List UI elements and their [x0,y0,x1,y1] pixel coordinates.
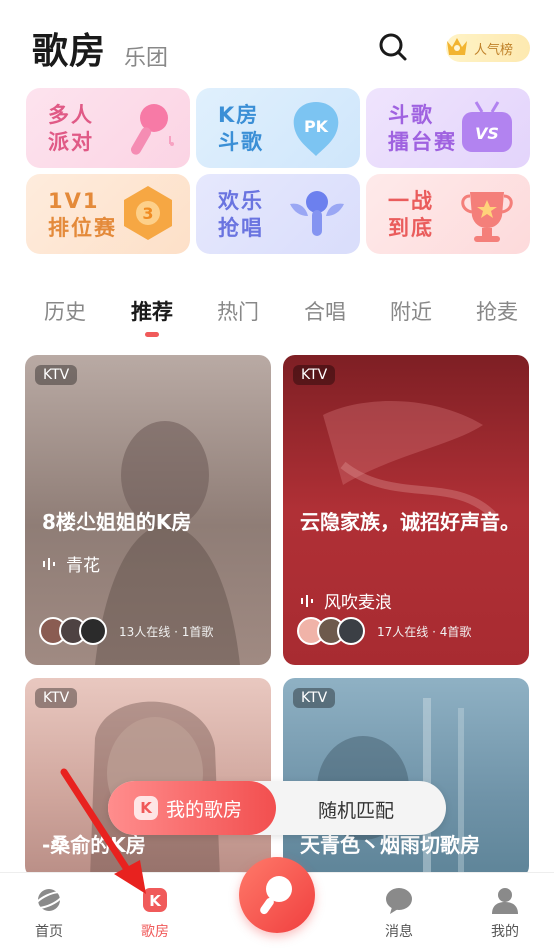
current-song: 青花 [66,556,100,576]
microphone-icon [260,876,292,915]
my-room-button[interactable]: K 我的歌房 [108,781,276,835]
search-icon [379,33,407,61]
svg-text:3: 3 [142,204,153,223]
my-room-label: 我的歌房 [166,798,243,821]
room-stats: 17人在线 · 4首歌 [377,624,472,639]
room-card[interactable]: KTV -桑俞的K房 [25,678,271,878]
room-card[interactable]: KTV 天青色丶烟雨切歌房 [283,678,529,878]
avatar [79,617,107,645]
chat-bubble-icon [386,888,412,914]
nav-home[interactable]: 首页 [14,885,84,941]
feature-1v1-ranked[interactable]: 1V1 排位赛 3 [26,174,190,254]
music-bars-icon [43,557,55,570]
current-song: 风吹麦浪 [324,593,392,613]
member-avatars [297,617,365,645]
room-name: 云隐家族，诚招好声音。 [300,510,520,534]
tab-band[interactable]: 乐团 [124,40,168,72]
room-type-badge: KTV [293,688,336,708]
tab-history[interactable]: 历史 [44,296,86,326]
active-tab-indicator [145,332,159,337]
rank-medal-icon: 3 [124,186,172,240]
microphone-icon [131,104,174,155]
nav-me-label: 我的 [491,924,519,940]
pk-badge-icon: PK [293,102,339,156]
music-bars-icon [301,594,313,607]
room-type-badge: KTV [35,365,78,385]
feature-battle-arena[interactable]: 斗歌 擂台赛 VS [366,88,530,168]
nav-karaoke-room[interactable]: K 歌房 [120,885,190,941]
rank-label: 人气榜 [474,42,514,58]
room-name: 8楼尐姐姐的K房 [42,510,192,534]
nav-messages[interactable]: 消息 [364,885,434,941]
page-title: 歌房 [32,31,107,72]
room-action-pill: K 我的歌房 随机匹配 [108,781,446,835]
center-mic-button[interactable] [239,857,315,933]
feature-happy-grab-sing[interactable]: 欢乐 抢唱 [196,174,360,254]
vs-badge-text: VS [475,124,499,143]
search-button[interactable] [376,30,410,64]
nav-me[interactable]: 我的 [470,885,540,941]
tab-chorus[interactable]: 合唱 [304,296,346,326]
planet-icon [34,889,64,911]
user-icon [492,888,518,914]
category-tabs: 历史 推荐 热门 合唱 附近 抢麦 [0,296,554,340]
tab-grab-mic[interactable]: 抢麦 [476,296,518,326]
random-match-button[interactable]: 随机匹配 [318,796,394,823]
avatar [337,617,365,645]
tab-nearby[interactable]: 附近 [390,296,432,326]
trophy-cup-icon [461,192,513,242]
feature-fight-to-end[interactable]: 一战 到底 [366,174,530,254]
tab-hot[interactable]: 热门 [217,296,259,326]
room-type-badge: KTV [35,688,78,708]
nav-messages-label: 消息 [385,924,413,940]
vs-tv-icon: VS [462,101,512,152]
k-room-icon: K [134,796,158,820]
feature-k-room-battle[interactable]: K房 斗歌 PK [196,88,360,168]
room-card[interactable]: KTV 云隐家族，诚招好声音。 风吹麦浪 17人在线 · 4首歌 [283,355,529,665]
room-type-badge: KTV [293,365,336,385]
trophy-icon [447,38,467,55]
feature-multi-party[interactable]: 多人 派对 [26,88,190,168]
pk-badge-text: PK [304,117,329,136]
popularity-rank-button[interactable]: 人气榜 [446,34,530,62]
winged-mic-icon [290,191,344,236]
member-avatars [39,617,107,645]
nav-home-label: 首页 [35,924,63,940]
k-room-icon: K [143,888,167,912]
header: 歌房 乐团 人气榜 [0,0,554,80]
nav-karaoke-label: 歌房 [141,924,169,940]
tab-recommended[interactable]: 推荐 [131,296,173,326]
svg-text:K: K [149,892,162,910]
room-card[interactable]: KTV 8楼尐姐姐的K房 青花 13人在线 · 1首歌 [25,355,271,665]
room-stats: 13人在线 · 1首歌 [119,624,214,639]
